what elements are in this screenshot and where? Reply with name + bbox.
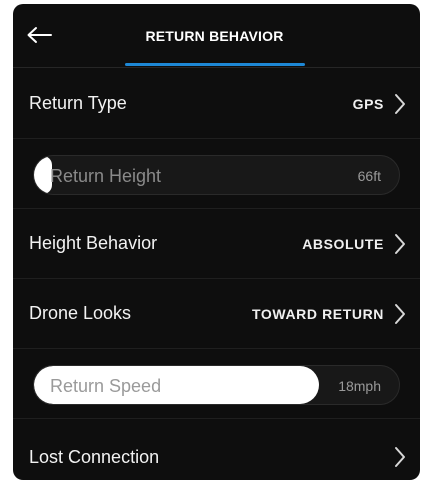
- return-height-slider[interactable]: Return Height 66ft: [33, 155, 400, 195]
- height-behavior-row[interactable]: Height Behavior ABSOLUTE: [13, 209, 420, 279]
- return-height-value: 66ft: [357, 168, 381, 184]
- return-height-row: Return Height 66ft: [13, 139, 420, 209]
- chevron-right-icon: [395, 93, 405, 114]
- lost-connection-label: Lost Connection: [29, 446, 160, 467]
- height-behavior-right: ABSOLUTE: [302, 233, 406, 255]
- return-height-label: Return Height: [50, 166, 162, 186]
- return-speed-slider[interactable]: Return Speed 18mph: [33, 365, 400, 405]
- return-type-value: GPS: [352, 95, 384, 112]
- return-type-right: GPS: [353, 93, 406, 115]
- drone-looks-label: Drone Looks: [29, 303, 132, 323]
- return-speed-value: 18mph: [338, 378, 381, 394]
- return-speed-row: Return Speed 18mph: [13, 349, 420, 419]
- return-behavior-screen: RETURN BEHAVIOR Return Type GPS Return H…: [13, 4, 420, 480]
- return-speed-label: Return Speed: [50, 376, 162, 396]
- drone-looks-value: TOWARD RETURN: [252, 305, 384, 322]
- height-behavior-value: ABSOLUTE: [302, 235, 384, 252]
- lost-connection-right: [384, 446, 406, 468]
- chevron-right-icon: [395, 233, 405, 254]
- title-underline: [125, 63, 305, 66]
- drone-looks-right: TOWARD RETURN: [252, 303, 406, 325]
- page-title: RETURN BEHAVIOR: [145, 28, 284, 44]
- chevron-right-icon: [395, 447, 405, 467]
- height-behavior-label: Height Behavior: [29, 233, 158, 253]
- return-type-label: Return Type: [29, 93, 127, 113]
- lost-connection-row[interactable]: Lost Connection: [13, 422, 420, 480]
- return-type-row[interactable]: Return Type GPS: [13, 69, 420, 139]
- chevron-right-icon: [395, 303, 405, 324]
- header: RETURN BEHAVIOR: [13, 4, 420, 68]
- drone-looks-row[interactable]: Drone Looks TOWARD RETURN: [13, 279, 420, 349]
